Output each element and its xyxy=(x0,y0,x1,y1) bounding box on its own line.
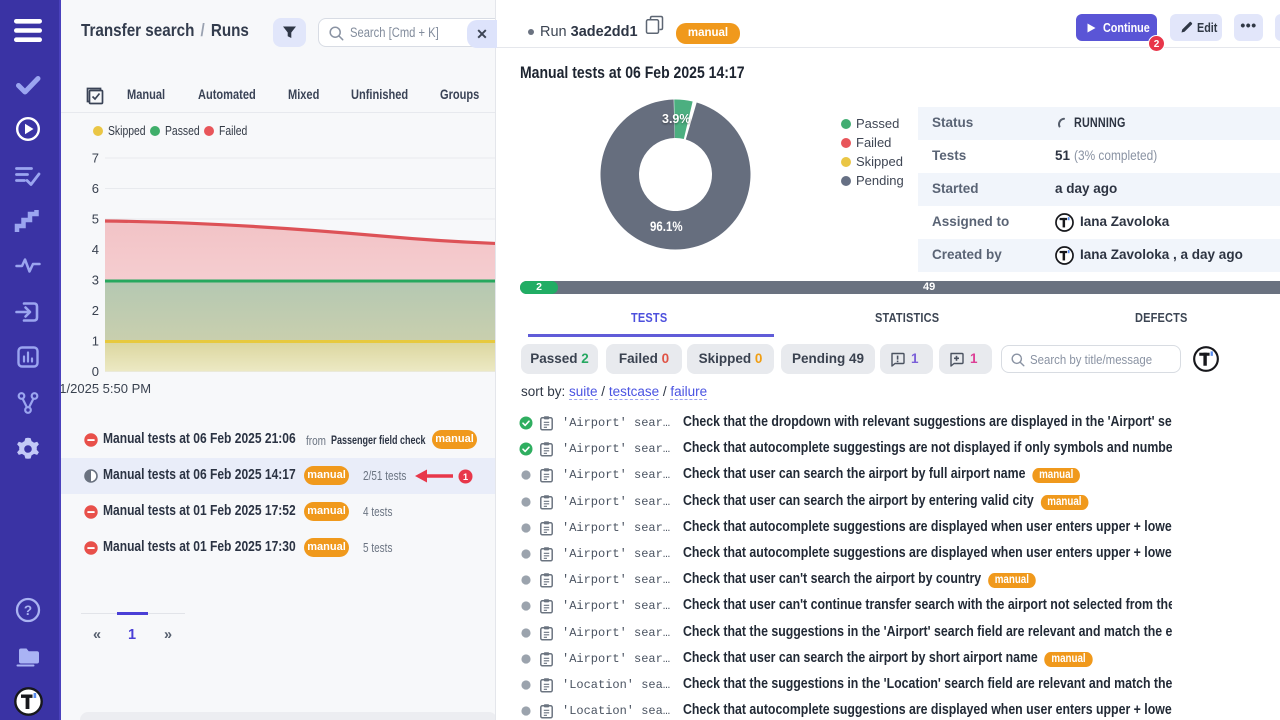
svg-text:1: 1 xyxy=(92,334,99,349)
svg-text:1: 1 xyxy=(463,472,469,483)
svg-text:0: 0 xyxy=(92,364,99,379)
svg-text:?: ? xyxy=(24,603,32,618)
svg-text:3: 3 xyxy=(92,273,99,288)
svg-text:6: 6 xyxy=(92,181,99,196)
svg-text:2: 2 xyxy=(1154,39,1160,50)
svg-text:7: 7 xyxy=(92,151,99,166)
svg-text:2: 2 xyxy=(92,303,99,318)
svg-text:5: 5 xyxy=(92,212,99,227)
svg-text:4: 4 xyxy=(92,242,99,257)
